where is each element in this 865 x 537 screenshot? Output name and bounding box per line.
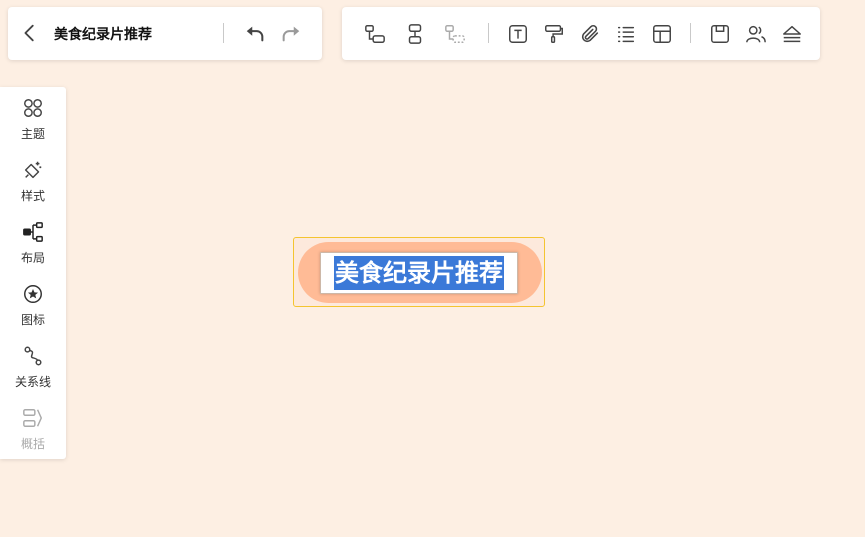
text-box-icon xyxy=(509,25,527,43)
child-node-icon xyxy=(365,25,385,43)
node-text-editor[interactable]: 美食纪录片推荐 xyxy=(320,252,518,294)
undo-button[interactable] xyxy=(241,19,269,47)
summary-bracket-icon xyxy=(23,409,43,427)
users-icon xyxy=(746,25,766,43)
sibling-node-icon xyxy=(408,24,422,44)
save-icon xyxy=(711,25,729,43)
magic-brush-icon xyxy=(24,161,42,179)
attachment-button[interactable] xyxy=(576,20,604,48)
insert-sibling-node-button[interactable] xyxy=(401,20,429,48)
main-toolbar xyxy=(342,7,820,60)
save-button[interactable] xyxy=(706,20,734,48)
layout-template-button[interactable] xyxy=(648,20,676,48)
format-painter-button[interactable] xyxy=(540,20,568,48)
sidebar-item-relation-line[interactable]: 关系线 xyxy=(0,339,66,397)
back-button[interactable] xyxy=(16,19,44,47)
parent-node-icon xyxy=(445,25,465,43)
eject-icon xyxy=(783,25,801,43)
chevron-left-icon xyxy=(24,24,34,42)
layout-icon xyxy=(653,25,671,43)
divider xyxy=(223,23,224,43)
sidebar-item-style[interactable]: 样式 xyxy=(0,153,66,211)
paperclip-icon xyxy=(581,24,599,43)
sidebar-item-label: 图标 xyxy=(20,313,45,327)
collaborate-button[interactable] xyxy=(742,20,770,48)
insert-parent-node-button[interactable] xyxy=(441,20,469,48)
insert-text-button[interactable] xyxy=(504,20,532,48)
divider xyxy=(690,23,691,43)
theme-grid-icon xyxy=(24,99,42,117)
list-icon xyxy=(617,26,635,43)
undo-icon xyxy=(246,26,264,42)
document-title[interactable]: 美食纪录片推荐 xyxy=(54,24,152,44)
sidebar-item-theme[interactable]: 主题 xyxy=(0,91,66,149)
divider xyxy=(488,23,489,43)
sidebar-item-label: 布局 xyxy=(20,251,45,265)
sidebar-item-label: 样式 xyxy=(20,189,45,203)
redo-icon xyxy=(282,26,300,42)
sidebar-item-layout[interactable]: 布局 xyxy=(0,215,66,273)
redo-button[interactable] xyxy=(277,19,305,47)
collapse-toolbar-button[interactable] xyxy=(778,20,806,48)
structure-icon xyxy=(23,222,43,242)
sidebar-item-summary[interactable]: 概括 xyxy=(0,401,66,459)
root-node-text[interactable]: 美食纪录片推荐 xyxy=(334,256,504,290)
sidebar-item-icon[interactable]: 图标 xyxy=(0,277,66,335)
paint-roller-icon xyxy=(545,25,563,43)
sidebar-item-label: 概括 xyxy=(20,437,45,451)
left-sidebar: 主题 样式 布局 图标 关系线 概括 xyxy=(0,87,66,459)
title-toolbar: 美食纪录片推荐 xyxy=(8,7,322,60)
list-button[interactable] xyxy=(612,20,640,48)
sidebar-item-label: 关系线 xyxy=(14,375,51,389)
insert-child-node-button[interactable] xyxy=(361,20,389,48)
relation-curve-icon xyxy=(24,346,42,366)
sidebar-item-label: 主题 xyxy=(20,127,45,141)
star-circle-icon xyxy=(24,285,42,303)
